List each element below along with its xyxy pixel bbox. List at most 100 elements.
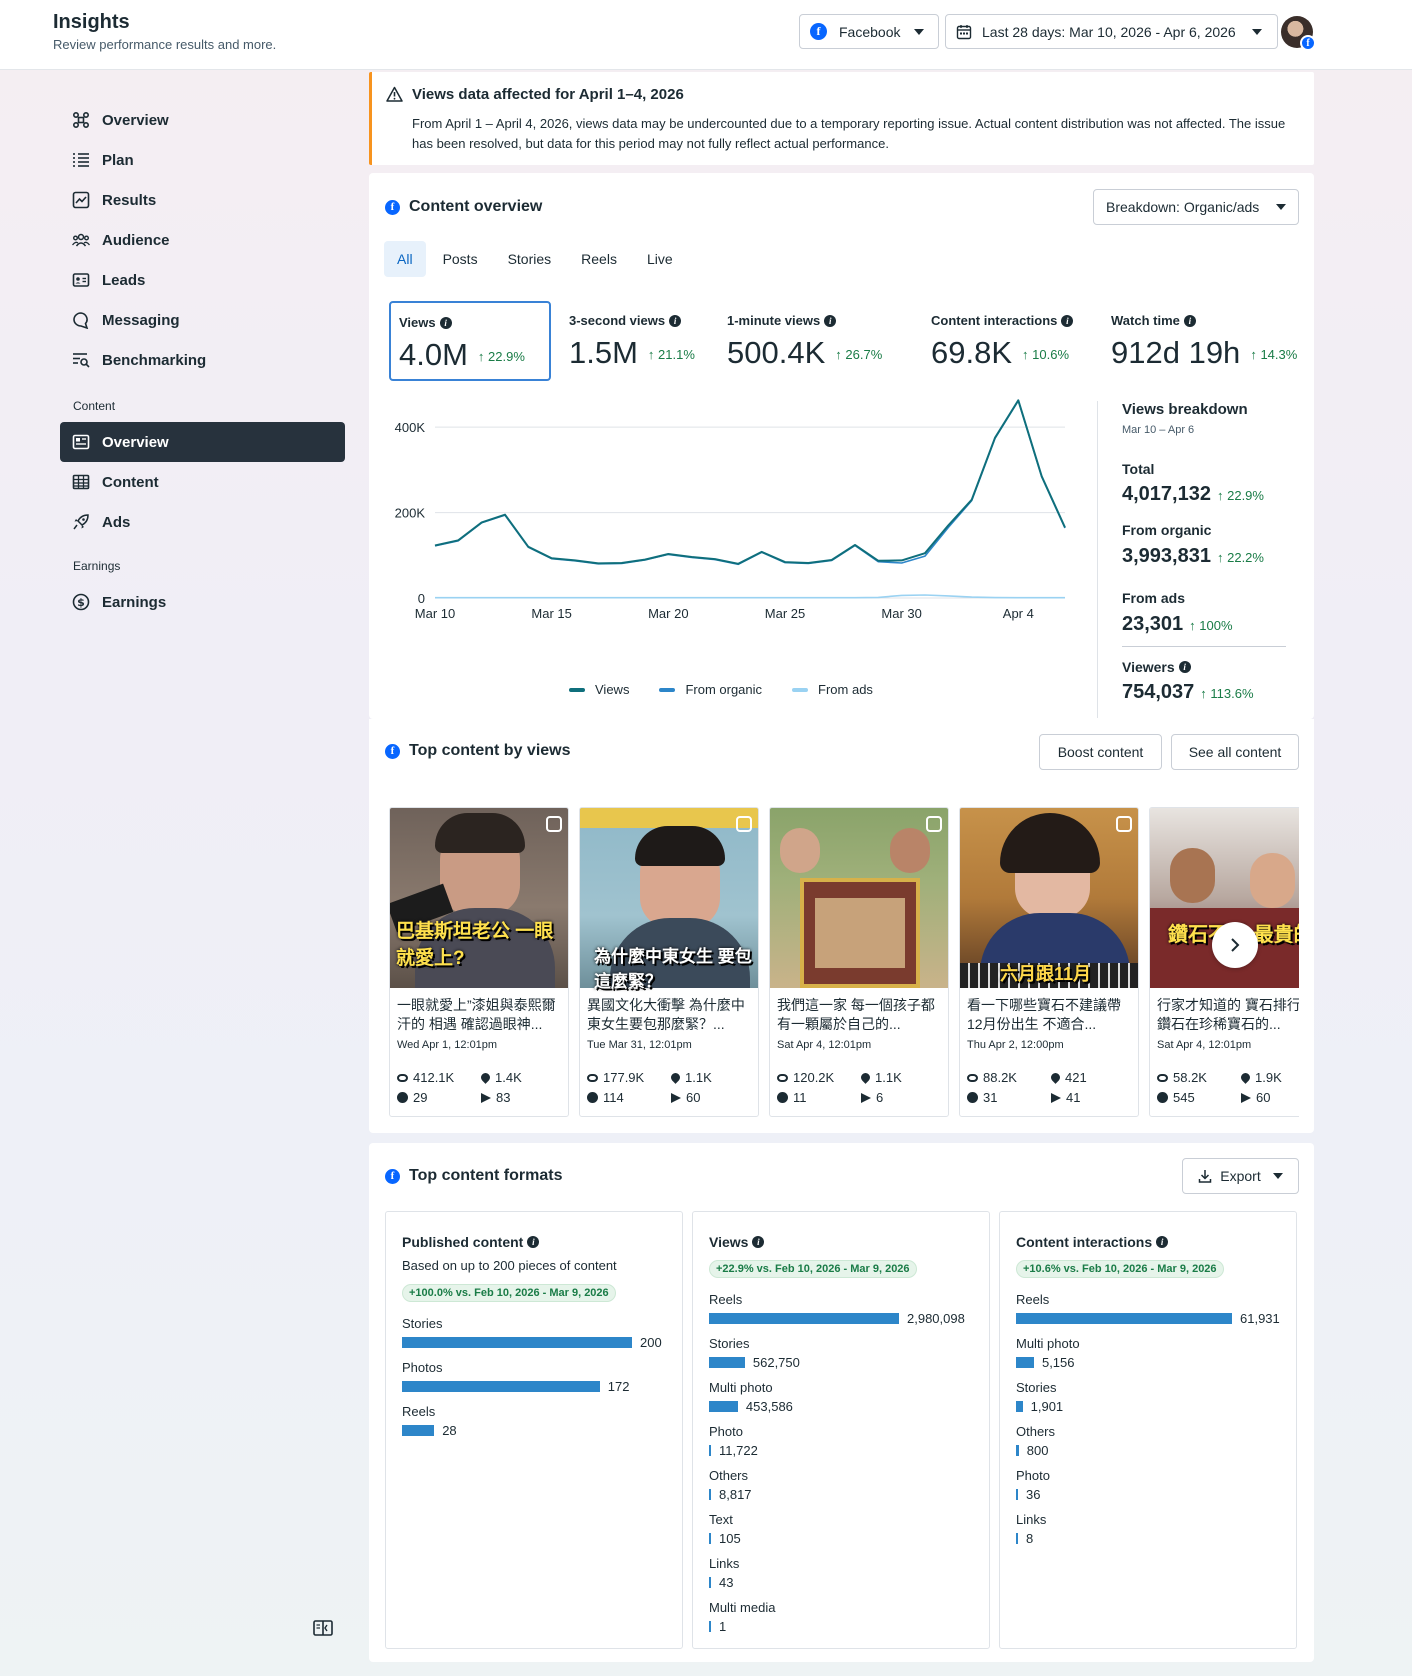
results-icon [72, 191, 90, 209]
sidebar-item-ads[interactable]: Ads [60, 502, 345, 542]
info-icon[interactable]: i [1183, 314, 1196, 327]
format-bar [709, 1312, 899, 1324]
date-range-label: Last 28 days: Mar 10, 2026 - Apr 6, 2026 [982, 23, 1236, 40]
panel-title: Content interactions i [1016, 1234, 1169, 1250]
export-button[interactable]: Export [1182, 1158, 1299, 1194]
format-value: 8 [1026, 1530, 1034, 1546]
format-label: Photo [709, 1424, 743, 1439]
change-pill: +22.9% vs. Feb 10, 2026 - Mar 9, 2026 [709, 1260, 917, 1278]
format-value: 5,156 [1041, 1354, 1075, 1370]
format-row: Stories 562,750 [709, 1336, 984, 1370]
sidebar-item-overview[interactable]: Overview [60, 100, 345, 140]
sidebar-item-label: Results [102, 191, 157, 209]
content-thumbnail: 為什麼中東女生 要包這麼緊？ [580, 808, 758, 991]
format-row: Photos 172 [402, 1360, 677, 1394]
likes-stat: 1.1K [859, 1070, 902, 1085]
content-tile[interactable]: 六月跟11月 看一下哪些寶石不建議帶 12月份出生 不適合... Thu Apr… [959, 807, 1139, 1117]
metric-views[interactable]: Views i 4.0M ↑ 22.9% [389, 301, 551, 381]
shares-stat: 83 [481, 1090, 510, 1105]
info-icon[interactable]: i [824, 314, 837, 327]
content-tile[interactable]: 我們這一家 每一個孩子都有一顆屬於自己的... Sat Apr 4, 12:01… [769, 807, 949, 1117]
format-bar-row: 1 [709, 1618, 984, 1634]
format-label: Reels [709, 1292, 743, 1307]
format-label: Multi photo [709, 1380, 773, 1395]
format-label: Stories [402, 1316, 443, 1331]
views-stat: 58.2K [1157, 1070, 1207, 1085]
format-bar [709, 1444, 711, 1456]
info-icon[interactable]: i [1178, 661, 1191, 673]
metric-value: 69.8K [931, 335, 1013, 370]
series-line-from-ads[interactable] [435, 594, 1065, 599]
sidebar-item-content-overview[interactable]: Overview [60, 422, 345, 462]
avatar[interactable]: f [1281, 16, 1316, 51]
sidebar-item-content[interactable]: Content [60, 462, 345, 502]
carousel-next-button[interactable] [1212, 922, 1258, 968]
info-icon[interactable]: i [1156, 1236, 1169, 1248]
format-bar [709, 1400, 738, 1412]
format-bar [402, 1336, 632, 1348]
format-label: Reels [402, 1404, 436, 1419]
sidebar-item-messaging[interactable]: Messaging [60, 300, 345, 340]
metric-watch-time[interactable]: Watch time i 912d 19h ↑ 14.3% [1103, 301, 1299, 381]
calendar-icon [956, 24, 972, 39]
content-date: Sat Apr 4, 12:01pm [777, 1039, 872, 1051]
info-icon[interactable]: i [1061, 314, 1074, 327]
content-tile[interactable]: 為什麼中東女生 要包這麼緊？ 異國文化大衝擊 為什麼中東女生要包那麼緊？... … [579, 807, 759, 1117]
views-stat: 177.9K [587, 1070, 644, 1085]
heart-icon [669, 1071, 682, 1084]
format-label: Links [709, 1556, 740, 1571]
format-bar-row: 453,586 [709, 1398, 984, 1414]
info-icon[interactable]: i [527, 1236, 540, 1248]
metric-change: ↑ 26.7% [835, 347, 883, 363]
collapse-sidebar-icon[interactable] [313, 1620, 333, 1636]
sidebar-item-audience[interactable]: Audience [60, 220, 345, 260]
sidebar-item-plan[interactable]: Plan [60, 140, 345, 180]
series-line-views[interactable] [434, 399, 1066, 565]
platform-selector[interactable]: f Facebook [799, 14, 939, 49]
legend-from-ads[interactable]: From ads [792, 682, 873, 697]
series-line-from-organic[interactable] [434, 399, 1066, 566]
views-stat: 412.1K [397, 1070, 454, 1085]
format-row: Reels 61,931 [1016, 1292, 1291, 1326]
breakdown-divider [1122, 646, 1286, 647]
chevron-down-icon [1251, 28, 1262, 35]
sidebar-item-earnings[interactable]: $ Earnings [60, 582, 345, 622]
content-caption: 行家才知道的 寶石排行榜 鑽石在珍稀寶石的... [1157, 997, 1299, 1032]
format-value: 28 [442, 1422, 457, 1438]
rocket-icon [73, 514, 89, 530]
metric-3-second-views[interactable]: 3-second views i 1.5M ↑ 21.1% [561, 301, 711, 381]
x-tick-label: Mar 10 [415, 606, 455, 621]
share-icon [1051, 1092, 1061, 1103]
metric-label: Content interactions [931, 313, 1058, 328]
metric-content-interactions[interactable]: Content interactions i 69.8K ↑ 10.6% [923, 301, 1098, 381]
sidebar-item-label: Benchmarking [102, 351, 207, 369]
metric-change: ↑ 22.9% [477, 349, 525, 365]
eye-icon [1157, 1073, 1168, 1082]
format-bar-row: 562,750 [709, 1354, 984, 1370]
metric-1-minute-views[interactable]: 1-minute views i 500.4K ↑ 26.7% [719, 301, 914, 381]
sidebar-item-benchmarking[interactable]: Benchmarking [60, 340, 345, 380]
content-tile[interactable]: 巴基斯坦老公 一眼就愛上? 一眼就愛上”漆姐與泰熙爾汗的 相遇 確認過眼神...… [389, 807, 569, 1117]
dollar-icon: $ [72, 593, 90, 611]
sidebar-item-results[interactable]: Results [60, 180, 345, 220]
metrics-row: Views i 4.0M ↑ 22.9% 3-second views i 1.5M ↑… [369, 173, 1299, 393]
comment-icon [1157, 1092, 1168, 1103]
legend-from-organic[interactable]: From organic [659, 682, 762, 697]
x-tick-label: Mar 15 [531, 606, 571, 621]
views-breakdown-panel: Views breakdown Mar 10 – Apr 6 Total 4,0… [1097, 401, 1297, 718]
date-range-selector[interactable]: Last 28 days: Mar 10, 2026 - Apr 6, 2026 [945, 14, 1278, 49]
info-icon[interactable]: i [669, 314, 682, 327]
info-icon[interactable]: i [752, 1236, 765, 1248]
views-by-format-panel: Views i +22.9% vs. Feb 10, 2026 - Mar 9, … [692, 1211, 990, 1649]
page-title: Insights [53, 11, 130, 33]
format-bar-row: 36 [1016, 1486, 1291, 1502]
format-bar [1016, 1444, 1019, 1456]
views-stat: 120.2K [777, 1070, 834, 1085]
legend-views[interactable]: Views [569, 682, 629, 697]
format-row: Multi photo 453,586 [709, 1380, 984, 1414]
shares-stat: 6 [861, 1090, 883, 1105]
format-bar-row: 1,901 [1016, 1398, 1291, 1414]
info-icon[interactable]: i [439, 316, 452, 329]
format-row: Links 8 [1016, 1512, 1291, 1546]
sidebar-item-leads[interactable]: Leads [60, 260, 345, 300]
